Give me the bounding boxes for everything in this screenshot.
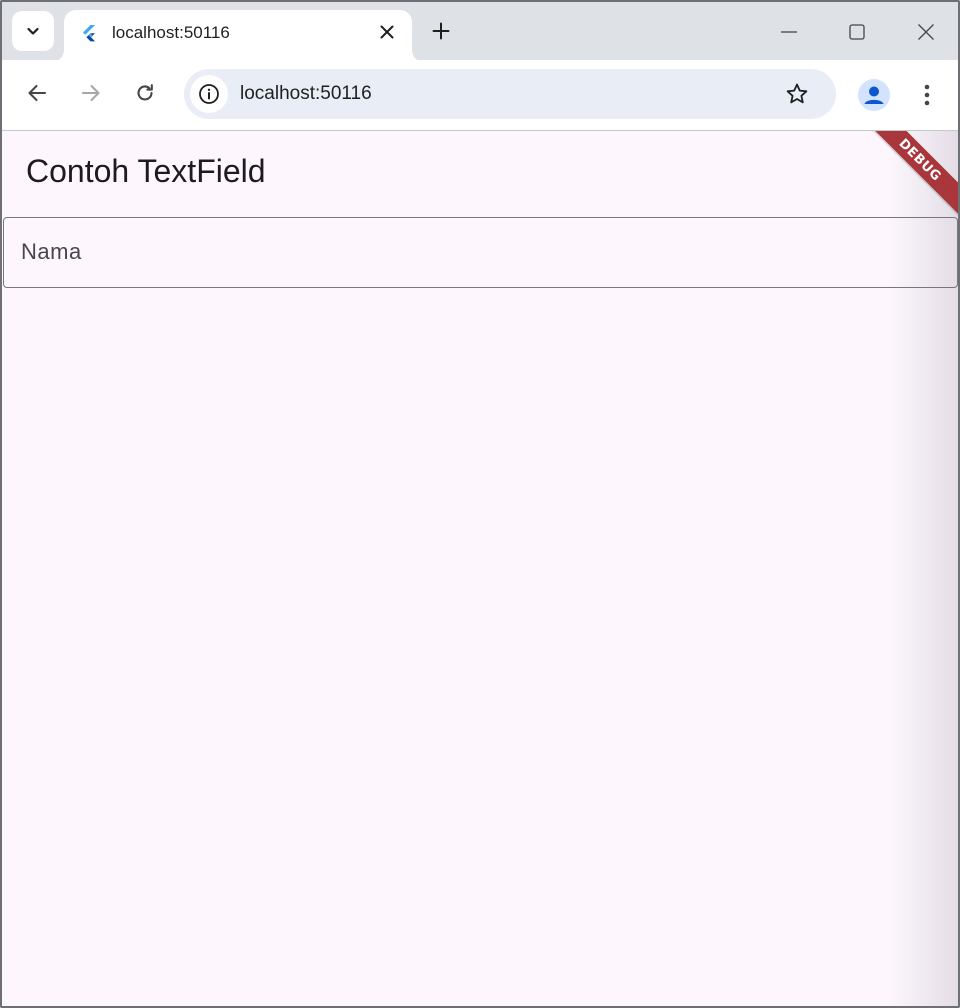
- close-icon: [380, 25, 394, 39]
- new-tab-button[interactable]: [428, 18, 454, 44]
- maximize-button[interactable]: [839, 16, 875, 48]
- minimize-button[interactable]: [771, 16, 807, 48]
- flutter-icon: [83, 25, 96, 42]
- profile-button[interactable]: [858, 79, 890, 111]
- kebab-menu-icon: [924, 84, 930, 106]
- tab-search-button[interactable]: [12, 11, 54, 51]
- tab-strip: localhost:50116: [2, 2, 958, 62]
- tab-close-button[interactable]: [376, 21, 398, 43]
- maximize-icon: [849, 24, 865, 40]
- browser-toolbar: localhost:50116: [2, 60, 958, 130]
- page-title: Contoh TextField: [26, 153, 266, 189]
- name-field-label: Nama: [21, 239, 82, 264]
- reload-icon: [137, 84, 153, 101]
- star-icon: [786, 83, 808, 104]
- site-info-button[interactable]: [190, 75, 228, 113]
- profile-icon: [864, 86, 884, 104]
- name-text-field[interactable]: Nama: [3, 217, 958, 288]
- arrow-right-icon: [81, 84, 100, 102]
- info-icon: [199, 84, 219, 104]
- chevron-down-icon: [27, 27, 39, 35]
- browser-menu-button[interactable]: [914, 80, 940, 110]
- close-window-button[interactable]: [908, 16, 944, 48]
- close-icon: [918, 24, 934, 40]
- minimize-icon: [781, 31, 797, 33]
- plus-icon: [432, 22, 450, 40]
- bookmark-button[interactable]: [784, 81, 810, 107]
- browser-window: localhost:50116 localhost:50116 Contoh T…: [0, 0, 960, 1008]
- back-button[interactable]: [22, 78, 52, 108]
- tab-title: localhost:50116: [112, 23, 230, 42]
- url-text[interactable]: localhost:50116: [240, 83, 372, 105]
- browser-tab[interactable]: localhost:50116: [64, 10, 412, 62]
- app-page: Contoh TextField Nama DEBUG: [2, 130, 958, 1006]
- address-bar[interactable]: localhost:50116: [184, 69, 836, 119]
- reload-button[interactable]: [130, 78, 160, 108]
- forward-button[interactable]: [76, 78, 106, 108]
- arrow-left-icon: [28, 84, 47, 102]
